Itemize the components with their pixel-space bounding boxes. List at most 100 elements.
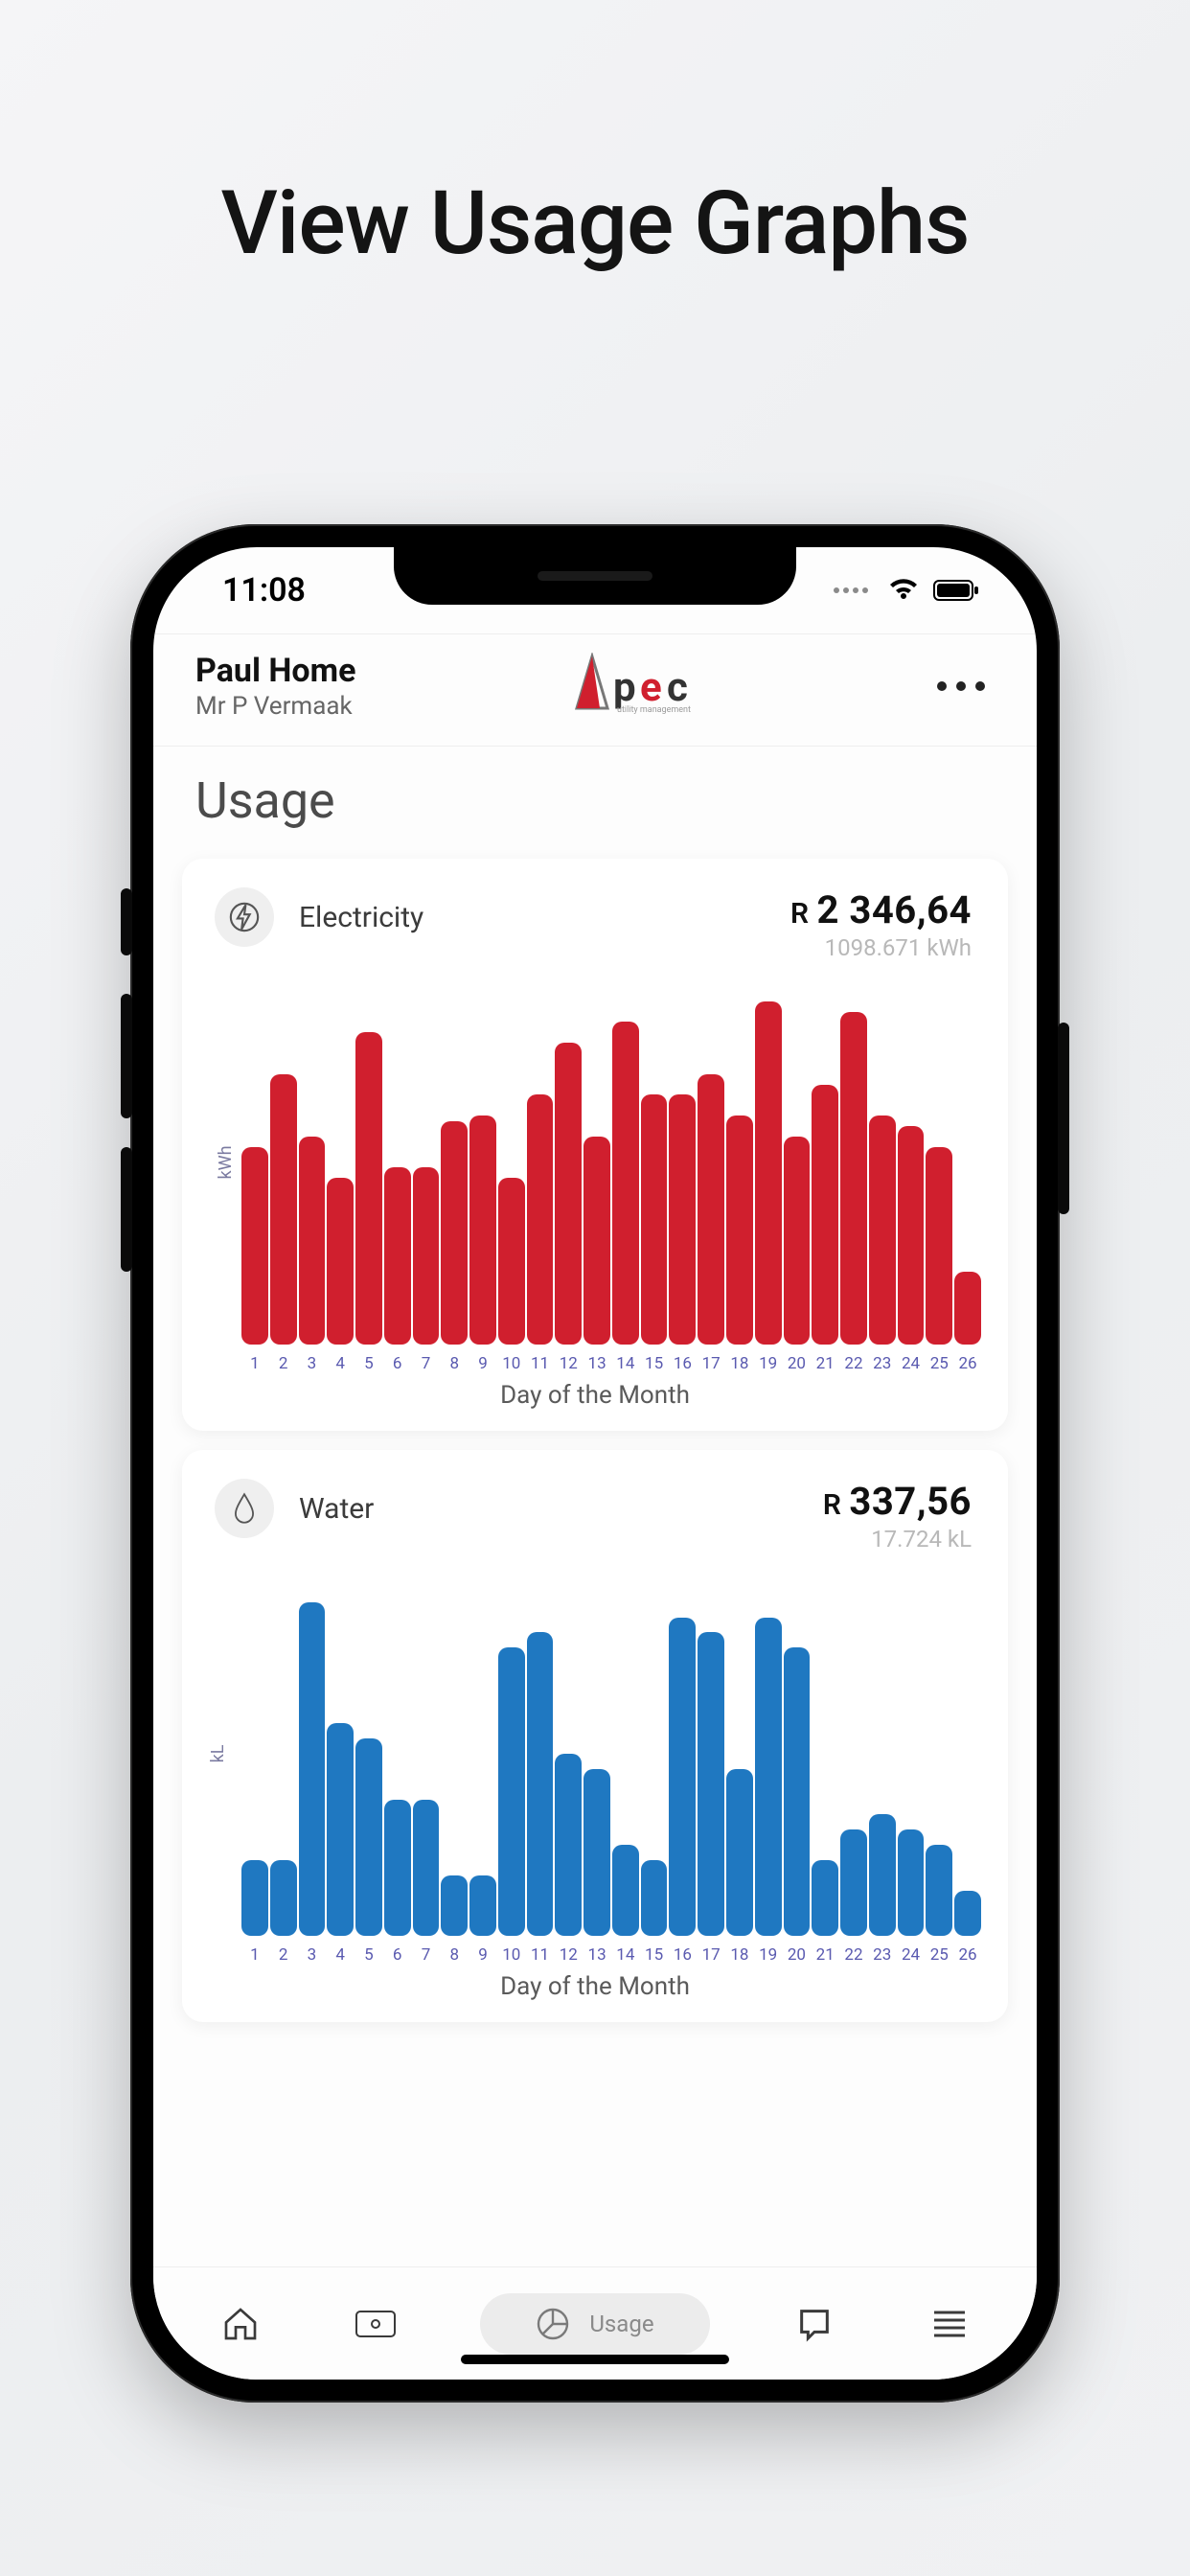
chart-bar (869, 1814, 896, 1936)
usage-card-water[interactable]: Water R337,56 17.724 kL kL 1234567891011… (182, 1450, 1008, 2022)
chart-bar (527, 1094, 554, 1345)
x-tick: 21 (812, 1354, 838, 1373)
drop-icon (215, 1479, 274, 1538)
x-tick: 26 (954, 1354, 981, 1373)
chart-bar (669, 1094, 696, 1345)
x-tick: 10 (498, 1945, 525, 1965)
chart-bar (612, 1845, 639, 1936)
x-tick: 2 (270, 1945, 297, 1965)
chart-bar (698, 1632, 724, 1936)
phone-side-button (121, 888, 132, 955)
screen: 11:08 Paul Home Mr P Vermaak p (153, 547, 1037, 2380)
x-tick: 26 (954, 1945, 981, 1965)
app-header: Paul Home Mr P Vermaak p e c utility man… (153, 633, 1037, 747)
x-tick: 18 (726, 1945, 753, 1965)
tab-home[interactable] (210, 2293, 271, 2355)
chart-bar (584, 1137, 610, 1345)
more-menu-button[interactable] (927, 672, 995, 701)
chart-bar (498, 1178, 525, 1345)
x-tick: 15 (641, 1945, 668, 1965)
battery-icon (933, 571, 979, 610)
chart-bar (698, 1074, 724, 1345)
chart-bar (327, 1178, 354, 1345)
chart-bar (584, 1769, 610, 1936)
chart-bar (755, 1618, 782, 1937)
x-tick: 23 (869, 1354, 896, 1373)
x-tick: 25 (926, 1945, 952, 1965)
chart-bar (327, 1723, 354, 1936)
chart-bar (299, 1602, 326, 1936)
x-tick: 2 (270, 1354, 297, 1373)
tab-chat[interactable] (784, 2293, 845, 2355)
chart-bar (926, 1845, 952, 1936)
cellular-icon (834, 587, 868, 593)
bolt-icon (215, 887, 274, 947)
tab-wallet[interactable] (345, 2293, 406, 2355)
chart-bar (954, 1272, 981, 1345)
x-tick: 7 (413, 1354, 440, 1373)
chart-bar (299, 1137, 326, 1345)
x-tick: 5 (355, 1945, 382, 1965)
x-tick: 4 (327, 1945, 354, 1965)
x-tick: 8 (441, 1354, 468, 1373)
chart-bar (469, 1116, 496, 1345)
chart-bar (384, 1800, 411, 1937)
x-tick: 19 (755, 1354, 782, 1373)
home-indicator[interactable] (461, 2355, 729, 2364)
x-tick: 20 (784, 1354, 811, 1373)
chart-x-label: Day of the Month (209, 1972, 981, 2001)
notch (394, 547, 796, 605)
chart-bar (413, 1800, 440, 1937)
x-tick: 5 (355, 1354, 382, 1373)
x-tick: 17 (698, 1354, 724, 1373)
x-tick: 24 (898, 1945, 925, 1965)
x-tick: 16 (669, 1945, 696, 1965)
x-tick: 13 (584, 1945, 610, 1965)
x-tick: 9 (469, 1945, 496, 1965)
water-amount: R337,56 (823, 1479, 972, 1524)
x-tick: 6 (384, 1945, 411, 1965)
chart-bar (241, 1860, 268, 1936)
chart-bar (784, 1647, 811, 1936)
svg-text:c: c (667, 664, 688, 711)
x-tick: 23 (869, 1945, 896, 1965)
tab-menu[interactable] (919, 2293, 980, 2355)
tab-usage[interactable]: Usage (480, 2293, 710, 2355)
chart-bar (527, 1632, 554, 1936)
x-tick: 22 (840, 1945, 867, 1965)
x-tick: 1 (241, 1354, 268, 1373)
chart-bar (612, 1022, 639, 1345)
chart-bar (270, 1860, 297, 1936)
x-tick: 12 (555, 1354, 582, 1373)
chart-bar (840, 1829, 867, 1936)
x-tick: 12 (555, 1945, 582, 1965)
chart-bar (555, 1043, 582, 1345)
chart-bar (241, 1147, 268, 1345)
x-tick: 1 (241, 1945, 268, 1965)
account-block[interactable]: Paul Home Mr P Vermaak (195, 652, 355, 721)
electricity-x-axis: 1234567891011121314151617181920212223242… (209, 1354, 981, 1373)
chart-bar (355, 1738, 382, 1936)
chart-bar (726, 1769, 753, 1936)
chart-bar (755, 1001, 782, 1345)
x-tick: 4 (327, 1354, 354, 1373)
chart-bar (270, 1074, 297, 1345)
chart-y-label: kL (208, 1745, 228, 1763)
x-tick: 20 (784, 1945, 811, 1965)
svg-text:utility management: utility management (617, 705, 691, 715)
chart-bar (812, 1860, 838, 1936)
usage-card-electricity[interactable]: Electricity R2 346,64 1098.671 kWh kWh 1… (182, 859, 1008, 1431)
x-tick: 7 (413, 1945, 440, 1965)
water-chart (241, 1572, 981, 1936)
svg-text:e: e (640, 664, 662, 711)
brand-logo: p e c utility management (565, 653, 719, 720)
account-name: Paul Home (195, 652, 355, 690)
phone-frame: 11:08 Paul Home Mr P Vermaak p (130, 524, 1060, 2403)
x-tick: 14 (612, 1354, 639, 1373)
phone-side-button (121, 994, 132, 1118)
chart-bar (413, 1167, 440, 1345)
chart-bar (555, 1754, 582, 1936)
chart-bar (441, 1121, 468, 1345)
x-tick: 10 (498, 1354, 525, 1373)
chart-bar (441, 1875, 468, 1936)
